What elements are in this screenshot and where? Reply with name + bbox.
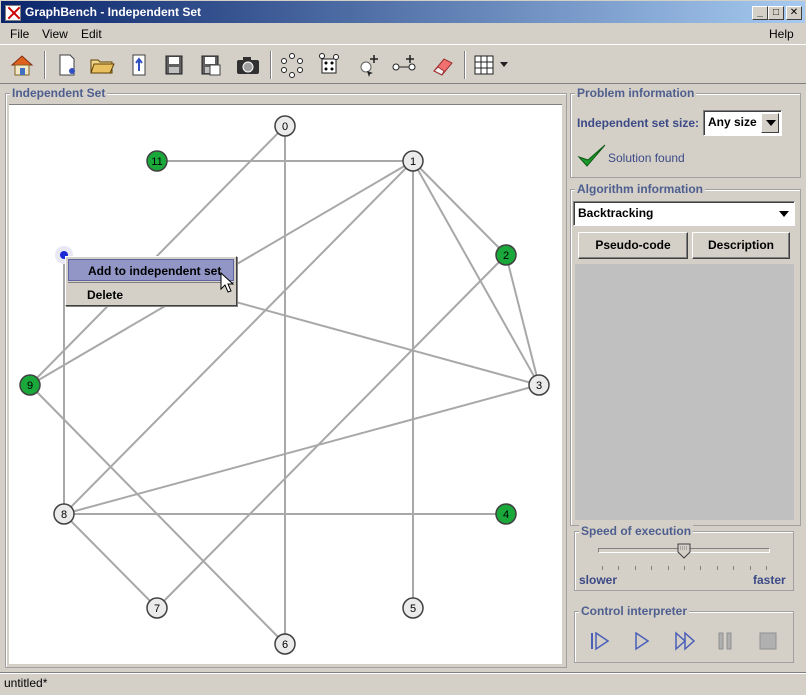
solution-status: Solution found — [608, 151, 685, 165]
graph-edge-8-7[interactable] — [63, 513, 158, 609]
speed-tick — [634, 566, 636, 570]
graph-edge-2-3[interactable] — [505, 254, 540, 386]
menu-view[interactable]: View — [42, 27, 68, 41]
minimize-button[interactable]: _ — [752, 6, 768, 20]
speed-tick — [749, 566, 751, 570]
circle-layout-icon[interactable] — [278, 51, 306, 79]
control-title: Control interpreter — [579, 604, 690, 618]
fast-forward-icon[interactable] — [674, 631, 696, 654]
eraser-icon[interactable] — [428, 51, 456, 79]
graph-vertex-1[interactable]: 1 — [402, 150, 424, 172]
vertex-label: 6 — [282, 639, 288, 651]
graph-vertex-3[interactable]: 3 — [528, 374, 550, 396]
step-icon[interactable] — [590, 631, 610, 654]
open-folder-icon[interactable] — [88, 51, 116, 79]
camera-icon[interactable] — [234, 51, 262, 79]
menu-edit[interactable]: Edit — [81, 27, 102, 41]
speed-tick — [651, 566, 653, 570]
menu-bar: File View Edit Help — [0, 24, 806, 44]
add-vertex-icon[interactable] — [354, 51, 382, 79]
graph-edge-3-8[interactable] — [63, 384, 540, 515]
mouse-cursor-icon — [220, 271, 235, 297]
random-graph-icon[interactable] — [316, 51, 344, 79]
close-button[interactable]: ✕ — [786, 6, 802, 20]
speed-tick — [733, 566, 735, 570]
independent-set-title: Independent Set — [10, 86, 108, 100]
chevron-down-icon[interactable] — [761, 113, 779, 133]
toolbar — [0, 44, 806, 84]
graph-edge-1-2[interactable] — [412, 160, 507, 256]
graph-svg[interactable]: 0 1 2 3 4 5 6 7 8 9 11 — [9, 105, 562, 665]
graph-vertex-4[interactable]: 4 — [495, 503, 517, 525]
grid-icon[interactable] — [472, 51, 500, 79]
graph-edge-2-7[interactable] — [156, 254, 507, 609]
speed-tick — [700, 566, 702, 570]
slower-label: slower — [579, 573, 618, 587]
chevron-down-icon[interactable] — [774, 204, 792, 223]
graph-edge-1-3[interactable] — [412, 160, 540, 386]
menu-file[interactable]: File — [10, 27, 29, 41]
vertex-label: 3 — [536, 380, 542, 392]
graph-vertex-9[interactable]: 9 — [19, 374, 41, 396]
graph-vertex-6[interactable]: 6 — [274, 633, 296, 655]
speed-tick — [716, 566, 718, 570]
problem-info-title: Problem information — [575, 86, 697, 100]
graph-canvas[interactable]: 0 1 2 3 4 5 6 7 8 9 11 — [9, 104, 562, 664]
status-bar: untitled* — [0, 672, 806, 695]
vertex-label: 4 — [503, 509, 509, 521]
speed-tick — [766, 566, 767, 570]
vertex-label: 5 — [410, 603, 416, 615]
save-as-icon[interactable] — [196, 51, 224, 79]
pseudo-code-button[interactable]: Pseudo-code — [578, 232, 688, 259]
maximize-button[interactable]: □ — [768, 6, 784, 20]
description-button[interactable]: Description — [692, 232, 790, 259]
vertex-label: 9 — [27, 380, 33, 392]
graph-vertex-8[interactable]: 8 — [53, 503, 75, 525]
algorithm-info-title: Algorithm information — [575, 182, 705, 196]
speed-tick — [667, 566, 669, 570]
home-icon[interactable] — [8, 51, 36, 79]
vertex-label: 0 — [282, 121, 288, 133]
set-size-select[interactable]: Any size — [703, 110, 782, 136]
import-icon[interactable] — [124, 51, 152, 79]
app-icon — [5, 5, 21, 21]
speed-tick — [618, 566, 620, 570]
vertex-label: 11 — [151, 156, 162, 168]
delete-menu-item[interactable]: Delete — [68, 284, 234, 306]
graph-vertex-2[interactable]: 2 — [495, 244, 517, 266]
save-icon[interactable] — [160, 51, 188, 79]
set-size-label: Independent set size: — [577, 116, 700, 130]
checkmark-icon — [577, 142, 607, 173]
stop-icon — [758, 631, 778, 654]
add-edge-icon[interactable] — [390, 51, 418, 79]
graph-vertex-7[interactable]: 7 — [146, 597, 168, 619]
add-to-set-menu-item[interactable]: Add to independent set — [68, 259, 234, 281]
pause-icon — [716, 631, 736, 654]
speed-slider-thumb[interactable] — [677, 543, 691, 562]
new-graph-icon[interactable] — [52, 51, 80, 79]
status-text: untitled* — [4, 676, 48, 690]
graph-vertex-0[interactable]: 0 — [274, 115, 296, 137]
speed-tick — [684, 566, 685, 570]
context-menu: Add to independent set Delete — [65, 256, 237, 306]
graph-vertex-5[interactable]: 5 — [402, 597, 424, 619]
speed-title: Speed of execution — [579, 524, 694, 538]
graph-edge-1-8[interactable] — [63, 160, 414, 515]
algorithm-display-area — [575, 264, 794, 520]
faster-label: faster — [753, 573, 786, 587]
vertex-label: 1 — [410, 156, 416, 168]
vertex-label: 2 — [503, 250, 509, 262]
speed-tick — [602, 566, 603, 570]
play-icon[interactable] — [632, 631, 652, 654]
algorithm-select[interactable]: Backtracking — [573, 201, 795, 226]
menu-help[interactable]: Help — [769, 27, 794, 41]
vertex-label: 7 — [154, 603, 160, 615]
grid-dropdown-icon[interactable] — [500, 57, 508, 71]
graph-vertex-11[interactable]: 11 — [146, 150, 168, 172]
vertex-label: 8 — [61, 509, 67, 521]
window-title: GraphBench - Independent Set — [25, 5, 202, 19]
title-bar: GraphBench - Independent Set _ □ ✕ — [0, 0, 806, 24]
